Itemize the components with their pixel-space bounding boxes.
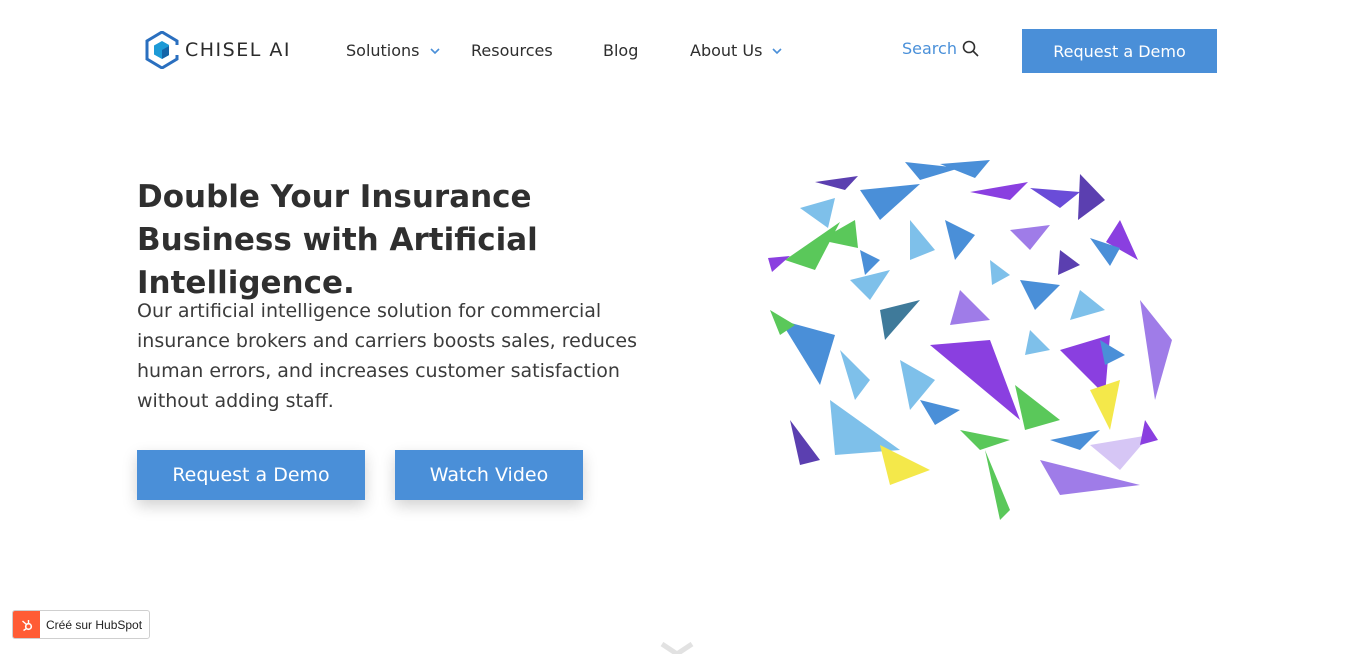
nav-resources-label: Resources xyxy=(471,41,553,60)
hubspot-badge-label: Créé sur HubSpot xyxy=(46,617,143,632)
search-button[interactable]: Search xyxy=(902,39,979,58)
nav-blog[interactable]: Blog xyxy=(603,41,638,60)
watch-video-button[interactable]: Watch Video xyxy=(395,450,583,500)
hero-request-demo-button[interactable]: Request a Demo xyxy=(137,450,365,500)
header-request-demo-button[interactable]: Request a Demo xyxy=(1022,29,1217,73)
nav-resources[interactable]: Resources xyxy=(471,41,553,60)
search-label: Search xyxy=(902,39,957,58)
hubspot-sprocket-icon xyxy=(13,611,40,638)
brain-illustration xyxy=(768,160,1172,520)
nav-blog-label: Blog xyxy=(603,41,639,60)
chisel-logo-icon xyxy=(145,31,179,69)
nav-about-us[interactable]: About Us xyxy=(690,41,783,60)
search-icon xyxy=(962,40,979,57)
hubspot-badge[interactable]: Créé sur HubSpot xyxy=(12,610,150,639)
chevron-down-icon xyxy=(772,47,783,54)
hero-description: Our artificial intelligence solution for… xyxy=(137,300,637,412)
scroll-down-icon[interactable] xyxy=(660,642,694,654)
nav-solutions-label: Solutions xyxy=(346,41,420,60)
chevron-down-icon xyxy=(429,47,440,54)
brand-name: CHISEL AI xyxy=(185,39,291,61)
nav-about-us-label: About Us xyxy=(690,41,763,60)
hero-title: Double Your Insurance Business with Arti… xyxy=(137,179,538,301)
nav-solutions[interactable]: Solutions xyxy=(346,41,440,60)
brand-logo[interactable]: CHISEL AI xyxy=(145,31,291,69)
